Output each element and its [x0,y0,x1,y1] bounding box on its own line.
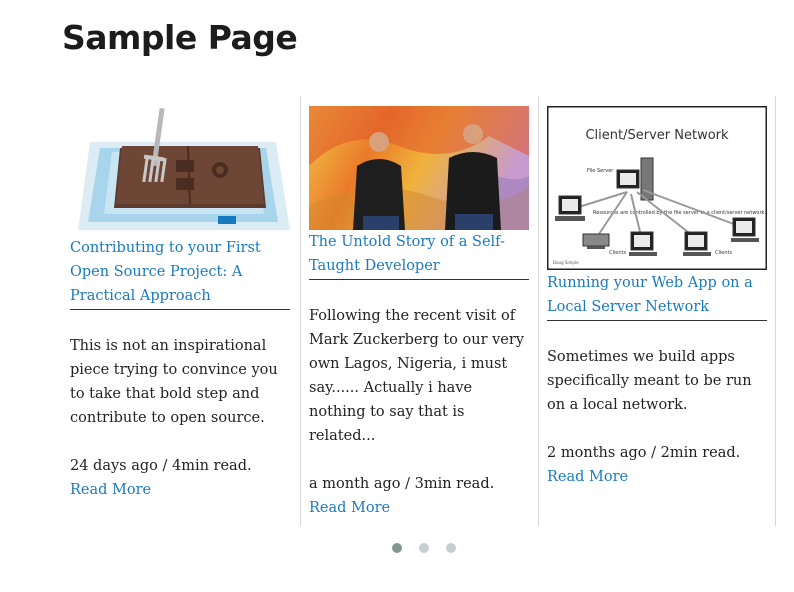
post-title-link[interactable]: Running your Web App on a Local Server N… [547,271,767,321]
diagram-resources-label: Resources are controlled by the file ser… [593,210,766,216]
developers-photo[interactable] [309,106,529,230]
github-sink-image[interactable] [70,104,290,230]
posts-carousel: Contributing to your First Open Source P… [62,96,776,526]
post-date-readtime: a month ago / 3min read. [309,476,495,492]
post-meta: 24 days ago / 4min read. Read More [70,454,290,502]
post-excerpt: This is not an inspirational piece tryin… [70,338,278,426]
diagram-credit: Doug Simple [553,260,579,265]
diagram-clients-right-label: Clients [715,250,732,256]
carousel-pagination [392,543,468,553]
pagination-dot-2[interactable] [419,543,430,553]
read-more-link[interactable]: Read More [547,469,628,485]
post-card: The Untold Story of a Self-Taught Develo… [300,96,538,526]
post-card: Client/Server Network File Server Resour… [538,96,776,526]
post-meta: 2 months ago / 2min read. Read More [547,441,767,489]
post-meta: a month ago / 3min read. Read More [309,472,529,520]
diagram-file-server-label: File Server [587,168,614,174]
post-title-link[interactable]: The Untold Story of a Self-Taught Develo… [309,230,529,280]
client-server-diagram[interactable]: Client/Server Network File Server Resour… [547,106,767,270]
post-card: Contributing to your First Open Source P… [62,96,300,526]
post-excerpt: Sometimes we build apps specifically mea… [547,349,752,413]
post-date-readtime: 24 days ago / 4min read. [70,458,252,474]
diagram-caption: Client/Server Network [585,128,729,143]
pagination-dot-1[interactable] [392,543,402,553]
pagination-dot-3[interactable] [446,543,457,553]
post-title-link[interactable]: Contributing to your First Open Source P… [70,236,290,310]
page-title: Sample Page [62,18,298,57]
diagram-clients-left-label: Clients [609,250,626,256]
post-date-readtime: 2 months ago / 2min read. [547,445,741,461]
read-more-link[interactable]: Read More [70,482,151,498]
post-excerpt: Following the recent visit of Mark Zucke… [309,308,525,444]
read-more-link[interactable]: Read More [309,500,390,516]
